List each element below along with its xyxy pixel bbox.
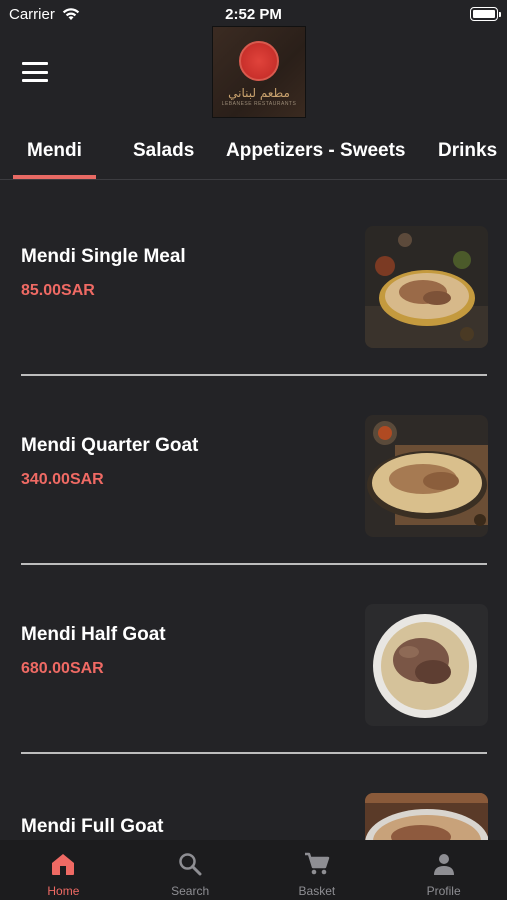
menu-item[interactable]: Mendi Half Goat 680.00SAR <box>0 559 507 754</box>
tabbar-profile[interactable]: Profile <box>380 840 507 900</box>
menu-icon[interactable] <box>22 62 48 82</box>
item-image <box>365 415 488 537</box>
menu-item[interactable]: Mendi Full Goat <box>0 748 507 841</box>
item-image <box>365 226 488 348</box>
tab-drinks[interactable]: Drinks <box>438 140 497 162</box>
tabbar-basket[interactable]: Basket <box>254 840 381 900</box>
tabbar-search[interactable]: Search <box>127 840 254 900</box>
logo-emblem <box>239 41 279 81</box>
tab-mendi[interactable]: Mendi <box>27 140 82 162</box>
tab-salads[interactable]: Salads <box>133 140 194 162</box>
item-price: 340.00SAR <box>21 471 104 488</box>
category-tabs: Mendi Salads Appetizers - Sweets Drinks <box>0 128 507 180</box>
tabbar-home[interactable]: Home <box>0 840 127 900</box>
item-image <box>365 793 488 841</box>
tabbar-profile-label: Profile <box>426 884 461 898</box>
bottom-tab-bar: Home Search Basket Profile <box>0 840 507 900</box>
menu-item[interactable]: Mendi Quarter Goat 340.00SAR <box>0 370 507 565</box>
item-name: Mendi Single Meal <box>21 246 186 267</box>
active-tab-indicator <box>13 175 96 179</box>
tab-appetizers-sweets[interactable]: Appetizers - Sweets <box>226 140 406 162</box>
item-name: Mendi Quarter Goat <box>21 435 199 456</box>
item-price: 680.00SAR <box>21 660 104 677</box>
cart-icon <box>302 850 332 878</box>
restaurant-logo: مطعم لبناني LEBANESE RESTAURANTS <box>212 26 306 118</box>
tabbar-basket-label: Basket <box>298 884 336 898</box>
item-name: Mendi Half Goat <box>21 624 166 645</box>
menu-list[interactable]: Mendi Single Meal 85.00SAR Mendi Quarter… <box>0 181 507 841</box>
carrier-label: Carrier <box>9 5 55 23</box>
search-icon <box>175 850 205 878</box>
home-icon <box>48 850 78 878</box>
tabbar-home-label: Home <box>47 884 80 898</box>
item-name: Mendi Full Goat <box>21 816 164 837</box>
tabbar-search-label: Search <box>171 884 210 898</box>
header: مطعم لبناني LEBANESE RESTAURANTS <box>0 24 507 120</box>
item-image <box>365 604 488 726</box>
logo-arabic-text: مطعم لبناني <box>228 86 290 100</box>
wifi-icon <box>62 8 80 20</box>
menu-item[interactable]: Mendi Single Meal 85.00SAR <box>0 181 507 376</box>
battery-icon <box>470 7 501 21</box>
item-price: 85.00SAR <box>21 282 95 299</box>
logo-subtitle: LEBANESE RESTAURANTS <box>221 101 297 107</box>
status-left: Carrier <box>9 6 81 23</box>
profile-icon <box>429 850 459 878</box>
